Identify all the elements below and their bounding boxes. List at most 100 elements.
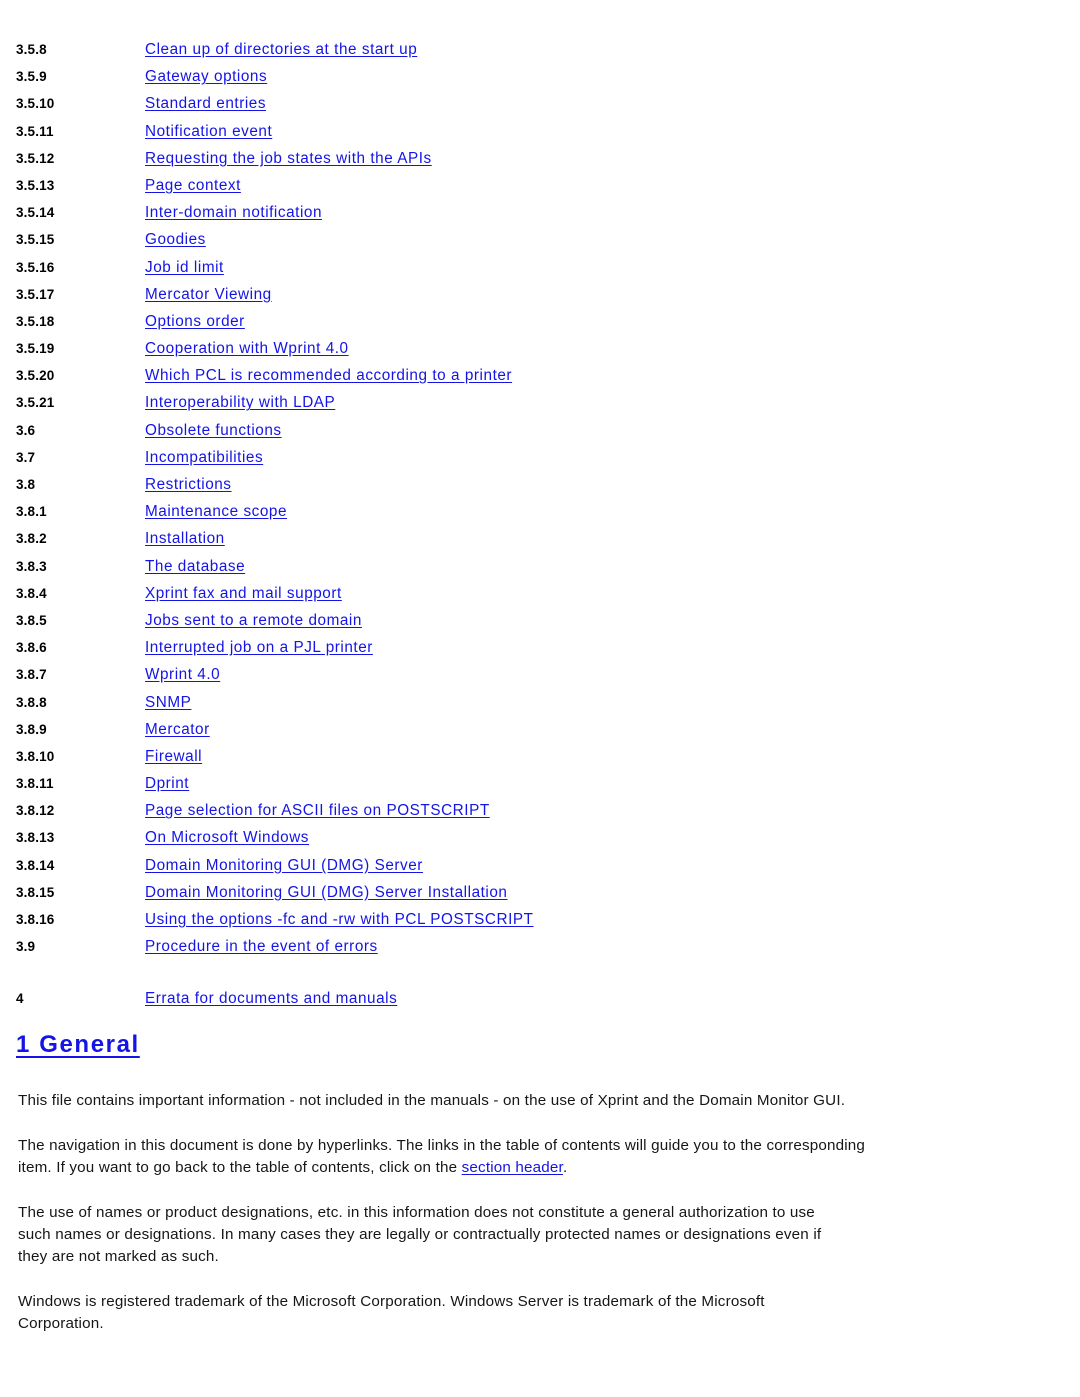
toc-entry-number: 3.5.18 (16, 313, 55, 329)
toc-entry-link[interactable]: Interrupted job on a PJL printer (145, 634, 373, 661)
toc-entry-link[interactable]: On Microsoft Windows (145, 824, 309, 851)
toc-entry-number: 3.8.11 (16, 776, 54, 792)
toc-entry-number: 3.8.12 (16, 803, 55, 819)
toc-row: 3.5.13 Page context (0, 172, 1080, 199)
toc-row: 3.8.1 Maintenance scope (0, 498, 1080, 525)
toc-row: 3.8.10 Firewall (0, 743, 1080, 770)
toc-entry-link[interactable]: Mercator (145, 716, 210, 743)
section-header-link[interactable]: section header (462, 1159, 563, 1176)
toc-row: 3.6 Obsolete functions (0, 417, 1080, 444)
paragraph-navigation-text-before: The navigation in this document is done … (18, 1137, 866, 1176)
toc-entry-link[interactable]: Jobs sent to a remote domain (145, 607, 362, 634)
toc-entry-link[interactable]: Interoperability with LDAP (145, 389, 335, 416)
toc-row: 3.5.10 Standard entries (0, 90, 1080, 117)
toc-row: 3.8.13 On Microsoft Windows (0, 824, 1080, 851)
toc-entry-link[interactable]: Clean up of directories at the start up (145, 36, 417, 63)
toc-row: 3.8 Restrictions (0, 471, 1080, 498)
toc-row: 3.8.6 Interrupted job on a PJL printer (0, 634, 1080, 661)
toc-entry-link[interactable]: Wprint 4.0 (145, 661, 220, 688)
toc-entry-number: 3.5.14 (16, 205, 55, 221)
toc-row: 3.8.16 Using the options -fc and -rw with… (0, 906, 1080, 933)
toc-entry-number: 3.5.10 (16, 96, 55, 112)
toc-entry-link[interactable]: Dprint (145, 770, 189, 797)
toc-entry-number: 3.5.17 (16, 286, 55, 302)
toc-entry-link[interactable]: Restrictions (145, 471, 232, 498)
toc-entry-link[interactable]: Mercator Viewing (145, 281, 272, 308)
toc-entry-link[interactable]: Using the options -fc and -rw with PCL P… (145, 906, 534, 933)
toc-entry-link[interactable]: Procedure in the event of errors (145, 933, 378, 960)
table-of-contents: 3.5.8 Clean up of directories at the star… (0, 36, 1080, 1013)
toc-entry-number: 3.8.8 (16, 694, 47, 710)
toc-row: 3.5.18 Options order (0, 308, 1080, 335)
toc-entry-number: 3.5.19 (16, 341, 55, 357)
toc-row: 3.5.11 Notification event (0, 118, 1080, 145)
toc-entry-number: 3.8.9 (16, 721, 47, 737)
toc-row: 3.5.8 Clean up of directories at the star… (0, 36, 1080, 63)
toc-entry-number: 3.5.21 (16, 395, 55, 411)
toc-entry-link[interactable]: Maintenance scope (145, 498, 287, 525)
paragraph-intro: This file contains important information… (18, 1092, 846, 1109)
toc-entry-number: 3.8.16 (16, 912, 55, 927)
toc-row: 3.5.12 Requesting the job states with the… (0, 145, 1080, 172)
toc-row: 3.8.9 Mercator (0, 716, 1080, 743)
toc-entry-link[interactable]: Standard entries (145, 90, 266, 117)
toc-entry-number: 3.5.8 (16, 42, 47, 57)
toc-entry-link[interactable]: Installation (145, 525, 225, 552)
toc-entry-number: 3.8.2 (16, 531, 47, 547)
toc-entry-link[interactable]: The database (145, 553, 245, 580)
toc-entry-number: 3.8.5 (16, 612, 47, 628)
toc-entry-link[interactable]: Page selection for ASCII files on POSTSC… (145, 797, 490, 824)
toc-entry-link[interactable]: SNMP (145, 689, 191, 716)
toc-entry-link[interactable]: Options order (145, 308, 245, 335)
paragraph-windows-trademark: Windows is registered trademark of the M… (18, 1293, 765, 1332)
toc-entry-link[interactable]: Obsolete functions (145, 417, 282, 444)
toc-entry-number: 3.8 (16, 477, 36, 492)
toc-row: 3.9 Procedure in the event of errors (0, 933, 1080, 960)
toc-entry-number: 3.8.15 (16, 884, 55, 900)
toc-entry-number: 3.7 (16, 449, 36, 465)
document-page: 3.5.8 Clean up of directories at the star… (0, 0, 1080, 1397)
toc-entry-link[interactable]: Domain Monitoring GUI (DMG) Server Insta… (145, 879, 508, 906)
toc-entry-link[interactable]: Cooperation with Wprint 4.0 (145, 335, 349, 362)
toc-row: 3.8.7 Wprint 4.0 (0, 661, 1080, 688)
section-heading-general[interactable]: 1 General (16, 1031, 140, 1059)
toc-row: 3.5.17 Mercator Viewing (0, 281, 1080, 308)
toc-entry-link[interactable]: Gateway options (145, 63, 267, 90)
toc-entry-number: 3.8.4 (16, 585, 47, 601)
toc-entry-link[interactable]: Goodies (145, 226, 206, 253)
toc-entry-link[interactable]: Page context (145, 172, 241, 199)
toc-entry-number: 3.8.3 (16, 558, 47, 574)
toc-entry-link[interactable]: Errata for documents and manuals (145, 985, 397, 1012)
toc-entry-link[interactable]: Firewall (145, 743, 202, 770)
toc-entry-link[interactable]: Which PCL is recommended according to a … (145, 362, 512, 389)
toc-entry-number: 3.5.16 (16, 259, 55, 275)
toc-row: 3.5.9 Gateway options (0, 63, 1080, 90)
toc-row: 3.5.16 Job id limit (0, 254, 1080, 281)
toc-entry-number: 3.5.15 (16, 232, 55, 248)
toc-row: 3.5.19 Cooperation with Wprint 4.0 (0, 335, 1080, 362)
toc-entry-number: 3.9 (16, 939, 36, 955)
toc-entry-number: 3.8.13 (16, 830, 55, 846)
paragraph-navigation-text-after: . (562, 1159, 568, 1176)
toc-row: 3.5.15 Goodies (0, 226, 1080, 253)
toc-entry-number: 3.8.10 (16, 748, 55, 764)
paragraph-trademark-names: The use of names or product designations… (18, 1204, 822, 1265)
toc-entry-link[interactable]: Xprint fax and mail support (145, 580, 342, 607)
toc-entry-link[interactable]: Notification event (145, 118, 272, 145)
toc-entry-link[interactable]: Job id limit (145, 254, 224, 281)
toc-row: 3.7 Incompatibilities (0, 444, 1080, 471)
toc-row: 3.5.14 Inter-domain notification (0, 199, 1080, 226)
toc-entry-link[interactable]: Incompatibilities (145, 444, 263, 471)
paragraph-navigation: The navigation in this document is done … (18, 1135, 886, 1179)
toc-entry-number: 3.6 (16, 422, 36, 438)
toc-row: 3.8.5 Jobs sent to a remote domain (0, 607, 1080, 634)
toc-entry-number: 3.8.1 (16, 504, 47, 520)
toc-entry-link[interactable]: Inter-domain notification (145, 199, 322, 226)
toc-entry-number: 3.5.11 (16, 123, 54, 139)
toc-entry-link[interactable]: Requesting the job states with the APIs (145, 145, 432, 172)
toc-entry-number: 3.5.13 (16, 177, 55, 193)
toc-entry-link[interactable]: Domain Monitoring GUI (DMG) Server (145, 852, 423, 879)
toc-row: 3.5.20 Which PCL is recommended according… (0, 362, 1080, 389)
toc-row: 3.8.3 The database (0, 553, 1080, 580)
toc-entry-number: 3.5.12 (16, 150, 55, 166)
